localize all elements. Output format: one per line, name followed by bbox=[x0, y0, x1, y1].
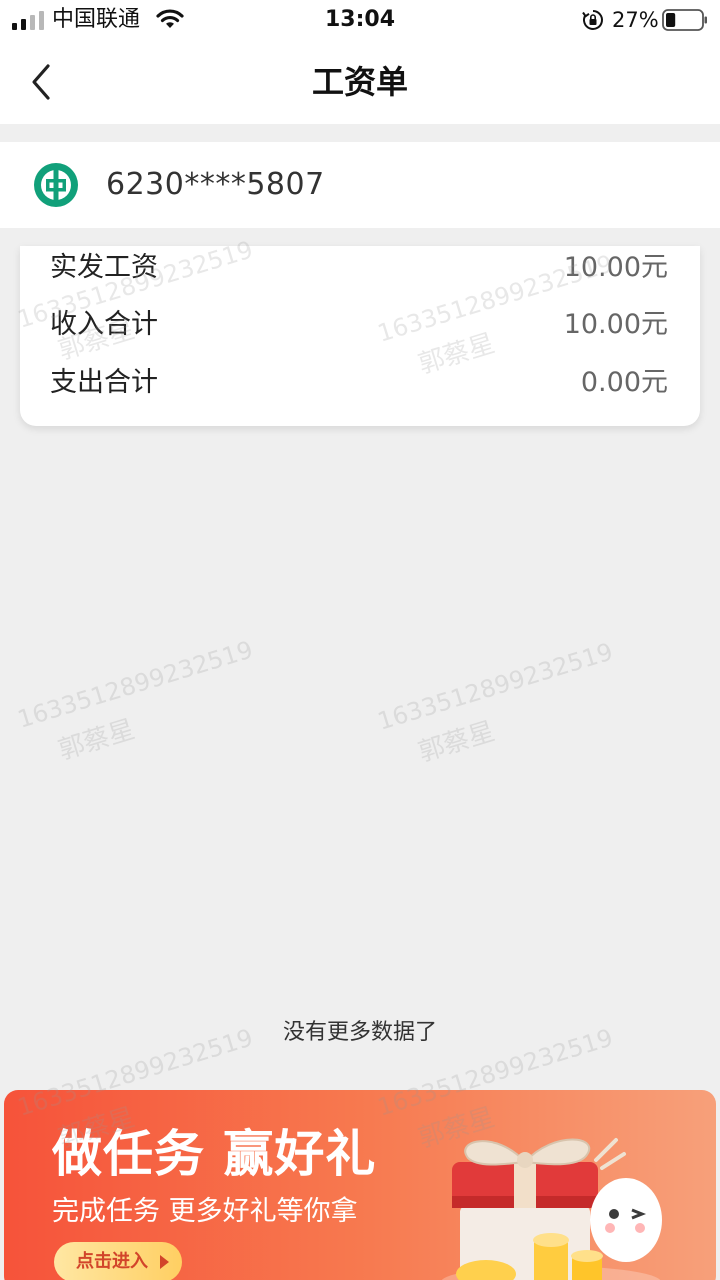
account-number: 6230****5807 bbox=[106, 167, 325, 202]
gift-box-illustration bbox=[441, 1138, 662, 1280]
watermark-id: 16335128992325‌19 bbox=[374, 637, 617, 736]
summary-label: 支出合计 bbox=[50, 367, 158, 398]
bank-logo-icon bbox=[34, 163, 78, 207]
summary-row-total-expense: 支出合计 0.00元 bbox=[20, 361, 700, 411]
battery-icon bbox=[662, 9, 707, 31]
rotation-lock-icon bbox=[582, 10, 603, 30]
watermark: 16335128992325‌19 郭蔡星 bbox=[374, 637, 629, 779]
summary-value: 0.00元 bbox=[580, 367, 668, 398]
salary-summary-card: 实发工资 10.00元 收入合计 10.00元 支出合计 0.00元 bbox=[20, 246, 700, 426]
enter-button[interactable]: 点击进入 bbox=[54, 1242, 182, 1280]
enter-button-label: 点击进入 bbox=[76, 1251, 148, 1272]
page-title: 工资单 bbox=[311, 63, 408, 101]
summary-label: 收入合计 bbox=[50, 309, 158, 340]
watermark-name: 郭蔡星 bbox=[414, 716, 499, 769]
summary-row-total-income: 收入合计 10.00元 bbox=[20, 303, 700, 353]
watermark-name: 郭蔡星 bbox=[54, 714, 139, 767]
summary-label: 实发工资 bbox=[50, 252, 158, 283]
promo-banner[interactable]: 做任务 赢好礼 完成任务 更多好礼等你拿 点击进入 bbox=[4, 1090, 716, 1280]
promo-title: 做任务 赢好礼 bbox=[52, 1125, 377, 1183]
summary-value: 10.00元 bbox=[563, 309, 668, 340]
promo-subtitle: 完成任务 更多好礼等你拿 bbox=[52, 1196, 358, 1227]
watermark-id: 16335128992325‌19 bbox=[14, 635, 257, 734]
payslip-page: 中国联通 13:04 27% 工资单 6230****5807 实发工资 10.… bbox=[0, 0, 720, 1280]
no-more-data-text: 没有更多数据了 bbox=[282, 1020, 437, 1045]
navigation-bar: 工资单 bbox=[0, 40, 720, 124]
summary-value: 10.00元 bbox=[563, 252, 668, 283]
summary-row-net-pay: 实发工资 10.00元 bbox=[20, 246, 700, 296]
account-selector[interactable]: 6230****5807 bbox=[0, 142, 720, 228]
battery-percentage: 27% bbox=[612, 8, 659, 32]
play-arrow-icon bbox=[160, 1255, 169, 1269]
status-bar: 中国联通 13:04 27% bbox=[0, 0, 720, 40]
watermark: 16335128992325‌19 郭蔡星 bbox=[14, 635, 269, 777]
